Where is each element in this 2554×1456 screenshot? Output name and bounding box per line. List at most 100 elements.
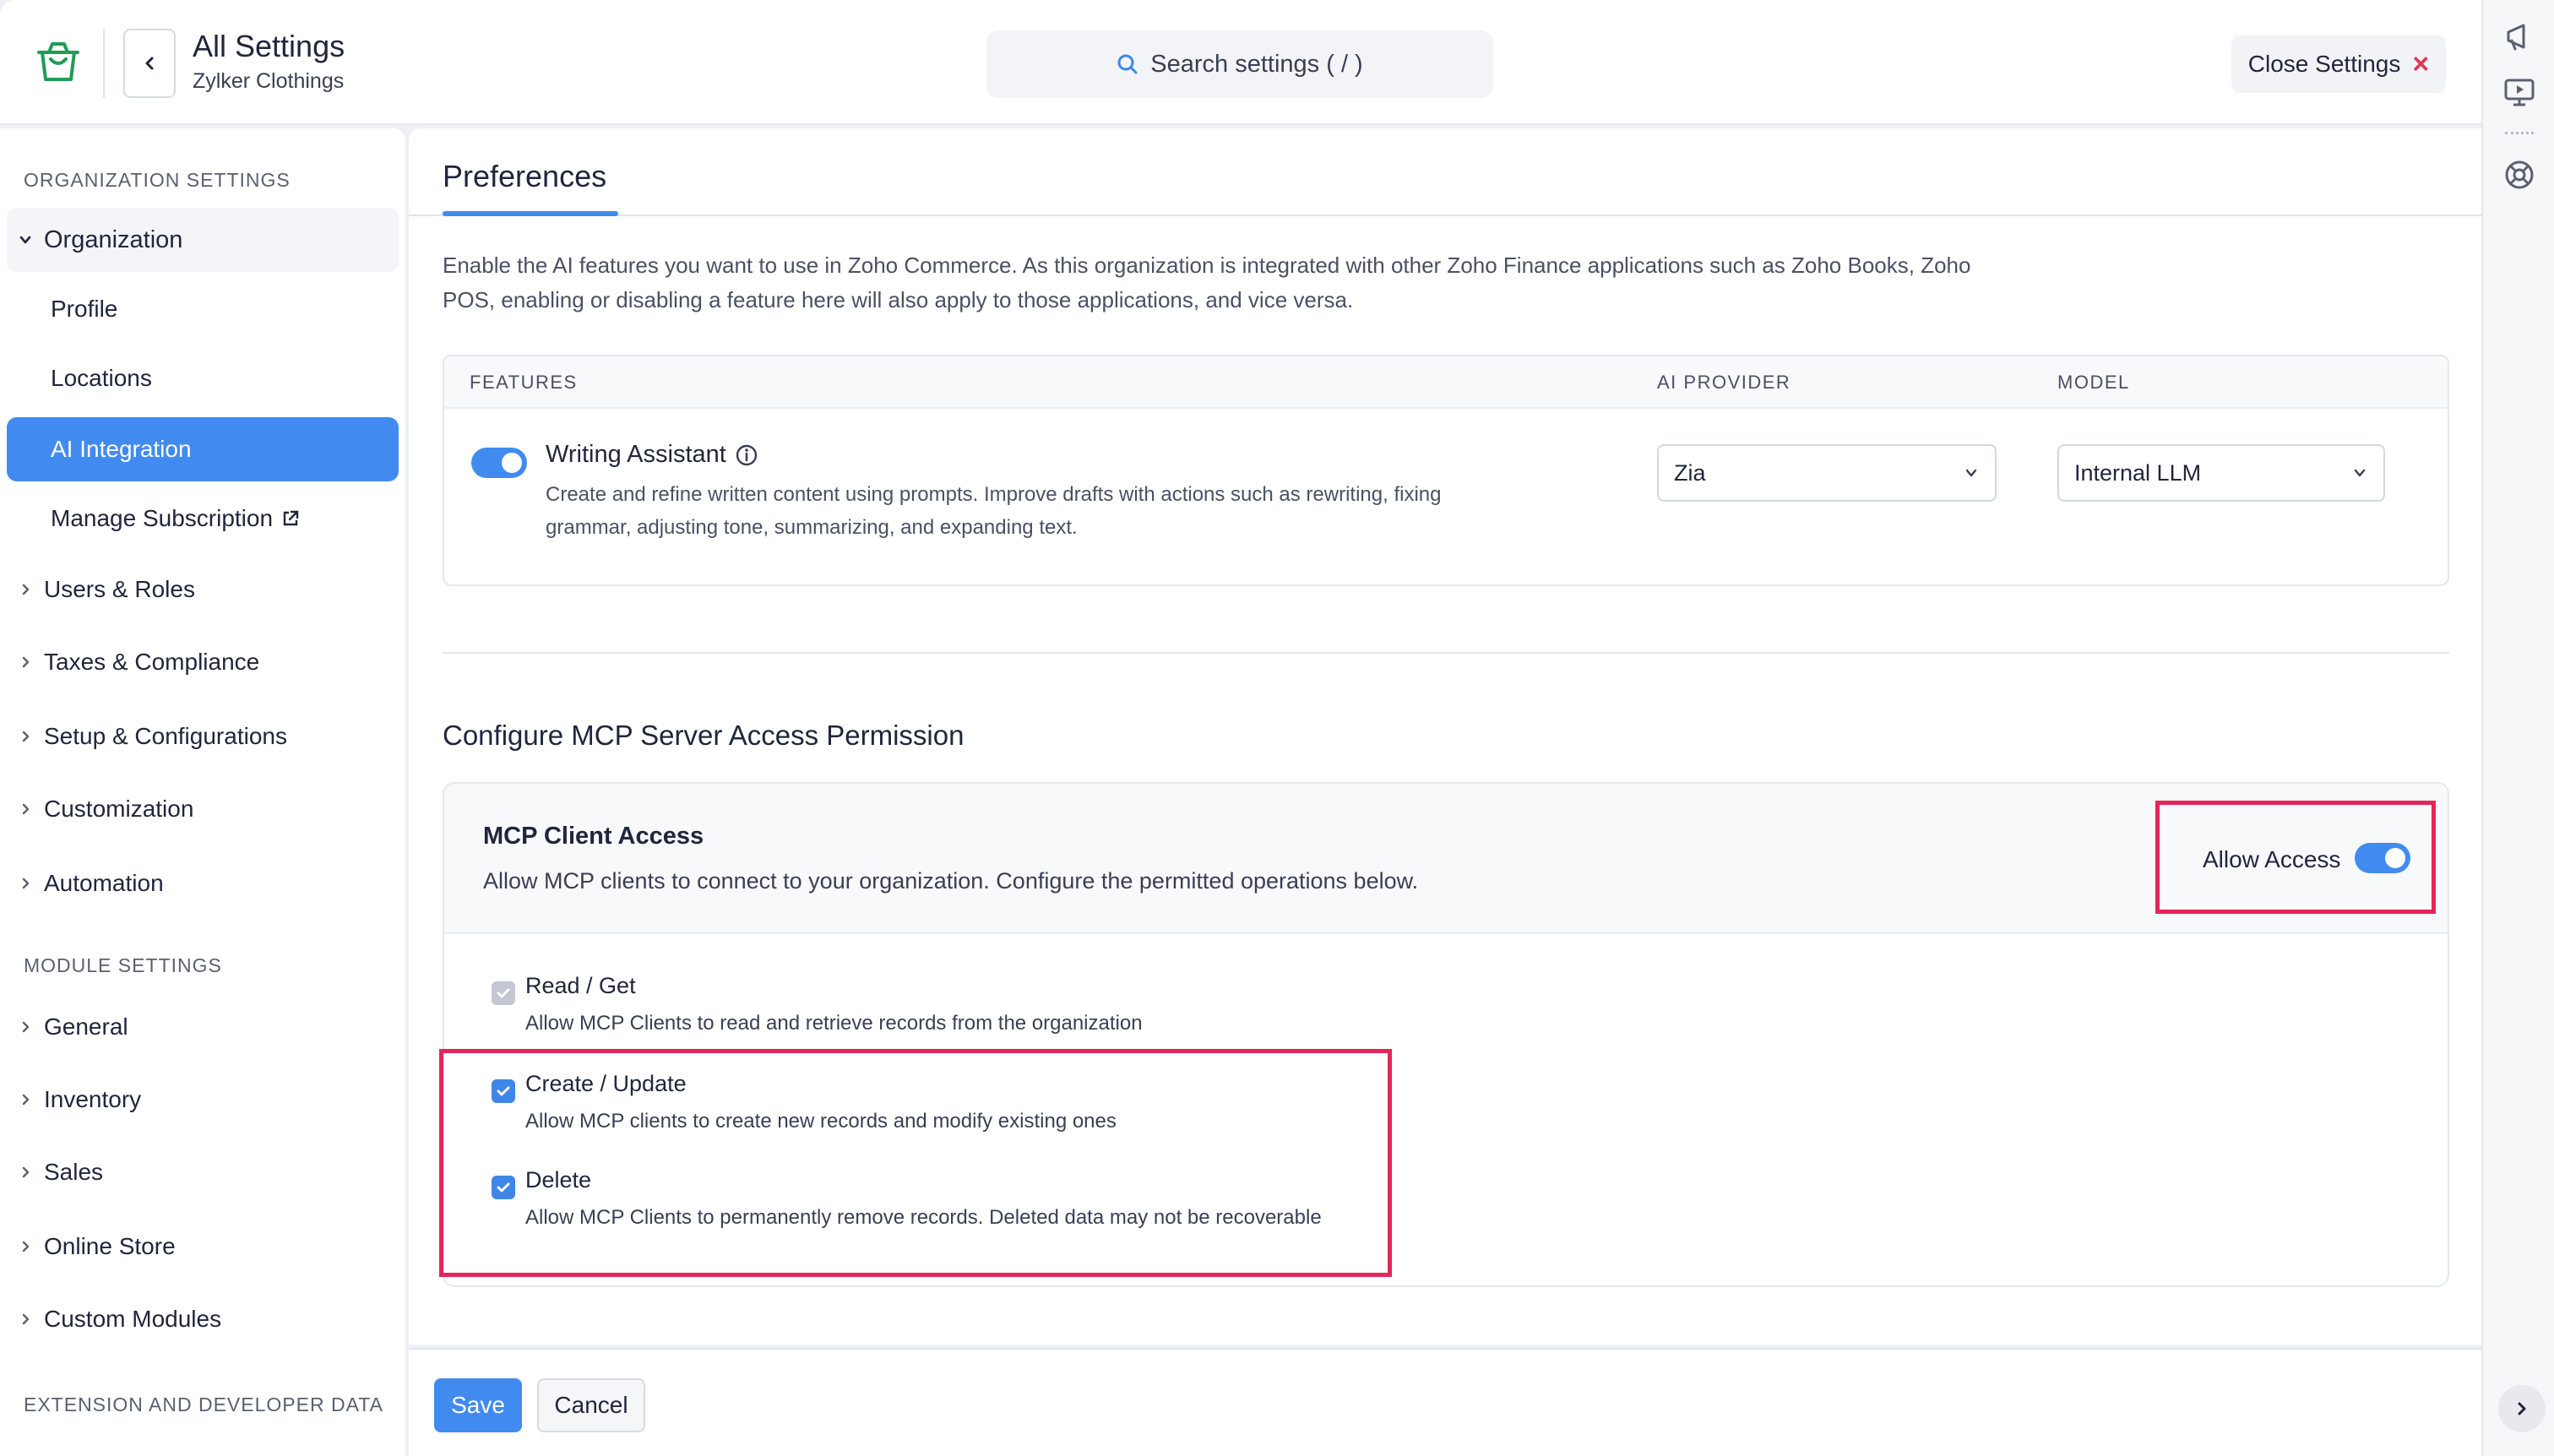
sidebar-item-setup-configurations[interactable]: Setup & Configurations	[7, 704, 399, 769]
external-link-icon	[283, 510, 299, 526]
sidebar-item-label: Organization	[44, 225, 183, 253]
create-update-checkbox[interactable]	[492, 1079, 515, 1103]
info-icon[interactable]	[735, 443, 758, 467]
mcp-section-title: Configure MCP Server Access Permission	[443, 720, 965, 751]
sidebar-item-label: Profile	[51, 296, 118, 322]
top-header: All Settings Zylker Clothings Search set…	[0, 0, 2481, 125]
chevron-right-icon	[7, 1240, 44, 1253]
search-placeholder: Search settings ( / )	[1150, 50, 1363, 78]
sidebar-item-label: Custom Modules	[44, 1306, 222, 1332]
delete-checkbox[interactable]	[492, 1176, 515, 1199]
chevron-right-icon	[7, 1165, 44, 1179]
help-support-icon[interactable]	[2502, 157, 2537, 193]
sidebar-item-label: Users & Roles	[44, 576, 195, 602]
delete-title: Delete	[525, 1167, 592, 1193]
column-model: MODEL	[2057, 372, 2130, 393]
close-icon: ×	[2412, 48, 2430, 80]
mcp-access-card: MCP Client Access Allow MCP clients to c…	[443, 782, 2449, 1287]
sidebar-item-label: Customization	[44, 796, 194, 822]
sidebar-item-locations[interactable]: Locations	[7, 346, 399, 410]
writing-assistant-toggle[interactable]	[471, 448, 527, 478]
settings-sidebar: ORGANIZATION SETTINGS Organization Profi…	[0, 128, 405, 1456]
delete-description: Allow MCP Clients to permanently remove …	[525, 1206, 1322, 1229]
search-settings-input[interactable]: Search settings ( / )	[986, 30, 1493, 98]
allow-access-toggle[interactable]	[2355, 843, 2410, 873]
ai-features-table: FEATURES AI PROVIDER MODEL Writing Assis…	[443, 355, 2449, 586]
expand-rail-button[interactable]	[2498, 1385, 2546, 1432]
sidebar-item-sales[interactable]: Sales	[7, 1140, 399, 1204]
sidebar-item-label: Sales	[44, 1159, 104, 1185]
mcp-client-title: MCP Client Access	[483, 823, 704, 850]
column-features: FEATURES	[470, 372, 578, 393]
mcp-client-header: MCP Client Access Allow MCP clients to c…	[444, 784, 2448, 934]
sidebar-item-label: Locations	[51, 365, 152, 391]
chevron-right-icon	[7, 1093, 44, 1106]
sidebar-item-label: Taxes & Compliance	[44, 649, 260, 675]
sidebar-item-label: AI Integration	[51, 436, 192, 462]
column-ai-provider: AI PROVIDER	[1657, 372, 1791, 393]
sidebar-item-users-roles[interactable]: Users & Roles	[7, 557, 399, 622]
ai-provider-select[interactable]: Zia	[1657, 444, 1997, 502]
back-button[interactable]	[123, 29, 176, 98]
active-tab-indicator	[443, 211, 618, 216]
selected-provider: Zia	[1674, 459, 1706, 486]
search-icon	[1117, 54, 1138, 74]
main-content: Preferences Enable the AI features you w…	[409, 128, 2481, 1345]
chevron-right-icon	[2518, 1402, 2526, 1415]
announcement-icon[interactable]	[2502, 19, 2537, 54]
tab-bar: Preferences	[409, 128, 2481, 216]
writing-assistant-description: Create and refine written content using …	[546, 483, 1442, 539]
sidebar-item-taxes-compliance[interactable]: Taxes & Compliance	[7, 630, 399, 694]
organization-settings-heading: ORGANIZATION SETTINGS	[24, 169, 291, 191]
table-header: FEATURES AI PROVIDER MODEL	[444, 356, 2448, 409]
close-settings-button[interactable]: Close Settings ×	[2231, 35, 2446, 93]
chevron-down-icon	[7, 232, 44, 247]
page-title: All Settings	[193, 29, 345, 63]
chevron-right-icon	[7, 655, 44, 669]
section-divider	[443, 652, 2449, 654]
sidebar-item-label: Manage Subscription	[51, 505, 274, 531]
module-settings-heading: MODULE SETTINGS	[24, 954, 222, 976]
sidebar-item-label: Setup & Configurations	[44, 723, 287, 749]
organization-name: Zylker Clothings	[193, 69, 345, 93]
chevron-left-icon	[145, 57, 154, 70]
sidebar-item-inventory[interactable]: Inventory	[7, 1068, 399, 1132]
create-update-description: Allow MCP clients to create new records …	[525, 1110, 1117, 1133]
sidebar-item-customization[interactable]: Customization	[7, 777, 399, 841]
chevron-right-icon	[7, 1312, 44, 1326]
read-get-description: Allow MCP Clients to read and retrieve r…	[525, 1012, 1143, 1035]
sidebar-item-ai-integration[interactable]: AI Integration	[7, 417, 399, 481]
model-select[interactable]: Internal LLM	[2057, 444, 2385, 502]
sidebar-item-custom-modules[interactable]: Custom Modules	[7, 1287, 399, 1351]
feature-title: Writing Assistant	[546, 441, 726, 468]
sidebar-item-profile[interactable]: Profile	[7, 277, 399, 341]
ai-features-intro: Enable the AI features you want to use i…	[443, 253, 1971, 312]
sidebar-item-organization[interactable]: Organization	[7, 208, 399, 272]
rail-separator	[2505, 132, 2534, 135]
checkmark-icon	[497, 988, 510, 998]
chevron-right-icon	[7, 802, 44, 816]
sidebar-item-label: Inventory	[44, 1086, 142, 1112]
read-get-checkbox[interactable]	[492, 981, 515, 1005]
cancel-button[interactable]: Cancel	[537, 1378, 645, 1432]
right-rail	[2481, 0, 2554, 1456]
sidebar-item-automation[interactable]: Automation	[7, 851, 399, 915]
save-button[interactable]: Save	[434, 1378, 522, 1432]
sidebar-item-manage-subscription[interactable]: Manage Subscription	[7, 486, 399, 551]
selected-model: Internal LLM	[2074, 459, 2202, 486]
sidebar-item-online-store[interactable]: Online Store	[7, 1214, 399, 1279]
header-divider	[103, 29, 105, 98]
video-tutorial-icon[interactable]	[2502, 74, 2537, 110]
action-footer: Save Cancel	[409, 1348, 2481, 1456]
tab-preferences[interactable]: Preferences	[443, 159, 606, 194]
create-update-title: Create / Update	[525, 1071, 687, 1096]
mcp-client-description: Allow MCP clients to connect to your org…	[483, 868, 1419, 894]
allow-access-label: Allow Access	[2203, 846, 2341, 872]
extension-developer-heading: EXTENSION AND DEVELOPER DATA	[24, 1394, 383, 1415]
sidebar-item-label: General	[44, 1013, 128, 1040]
sidebar-item-label: Online Store	[44, 1233, 176, 1259]
sidebar-item-general[interactable]: General	[7, 995, 399, 1059]
chevron-right-icon	[7, 877, 44, 890]
store-logo-icon	[32, 35, 84, 88]
read-get-title: Read / Get	[525, 973, 636, 998]
